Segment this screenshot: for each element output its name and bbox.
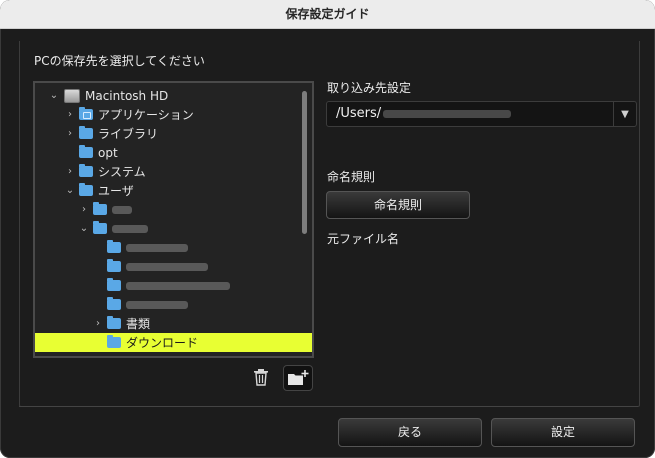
destination-setting-label: 取り込み先設定 xyxy=(327,81,412,95)
confirm-button[interactable]: 設定 xyxy=(491,418,635,447)
folder-icon xyxy=(107,297,121,310)
tree-item-applications[interactable]: › アプリケーション xyxy=(35,105,312,124)
destination-path: /Users/ xyxy=(336,106,512,121)
folder-tree[interactable]: ⌄ Macintosh HD › アプリケーション › ライブラリ opt › … xyxy=(33,81,314,358)
trash-icon xyxy=(254,369,268,386)
chevron-right-icon[interactable]: › xyxy=(79,204,89,215)
back-button[interactable]: 戻る xyxy=(338,418,482,447)
redacted-text xyxy=(112,205,132,214)
tree-item-label: ライブラリ xyxy=(98,127,159,141)
chevron-right-icon[interactable]: › xyxy=(65,128,75,139)
tree-item-label: アプリケーション xyxy=(98,108,194,122)
folder-icon xyxy=(79,145,93,158)
chevron-down-icon[interactable]: ⌄ xyxy=(65,185,75,196)
home-folder-icon xyxy=(93,221,107,234)
tree-item-label: Macintosh HD xyxy=(85,88,169,103)
naming-rule-button[interactable]: 命名規則 xyxy=(326,191,470,219)
new-folder-icon xyxy=(288,370,309,385)
chevron-right-icon[interactable]: › xyxy=(65,166,75,177)
original-filename-text: 元ファイル名 xyxy=(327,232,400,246)
tree-item-redacted[interactable] xyxy=(35,295,312,314)
folder-icon xyxy=(79,164,93,177)
destination-path-value: /Users/ xyxy=(336,106,382,121)
folder-icon xyxy=(107,240,121,253)
redacted-text xyxy=(126,300,188,309)
folder-icon xyxy=(79,183,93,196)
folder-icon xyxy=(79,126,93,139)
tree-item-documents[interactable]: › 書類 xyxy=(35,314,312,333)
tree-item-label: ダウンロード xyxy=(126,336,199,350)
tree-item-users[interactable]: ⌄ ユーザ xyxy=(35,181,312,200)
folder-icon xyxy=(79,107,93,120)
folder-icon xyxy=(107,316,121,329)
tree-item-redacted-home[interactable]: ⌄ xyxy=(35,219,312,238)
destination-dropdown[interactable]: /Users/ ▼ xyxy=(326,101,637,127)
tree-item-downloads[interactable]: ダウンロード xyxy=(35,333,312,352)
tree-item-label: システム xyxy=(98,165,146,179)
new-folder-button[interactable] xyxy=(283,365,313,391)
tree-item-opt[interactable]: opt xyxy=(35,143,312,162)
chevron-right-icon[interactable]: › xyxy=(93,318,103,329)
redacted-text xyxy=(126,262,208,271)
folder-icon xyxy=(107,259,121,272)
tree-item-redacted[interactable] xyxy=(35,276,312,295)
tree-item-redacted[interactable] xyxy=(35,238,312,257)
hard-drive-icon xyxy=(64,88,80,103)
redacted-text xyxy=(112,224,148,233)
dropdown-arrow-icon[interactable]: ▼ xyxy=(613,102,636,126)
divider xyxy=(19,406,638,407)
window-title: 保存設定ガイド xyxy=(0,0,655,29)
redacted-text xyxy=(383,109,512,118)
tree-item-redacted[interactable] xyxy=(35,257,312,276)
tree-item-macintosh-hd[interactable]: ⌄ Macintosh HD xyxy=(35,86,305,105)
delete-folder-button[interactable] xyxy=(252,367,270,387)
tree-item-system[interactable]: › システム xyxy=(35,162,312,181)
tree-scrollbar[interactable] xyxy=(302,91,307,234)
tree-item-redacted[interactable]: › xyxy=(35,200,312,219)
chevron-right-icon[interactable]: › xyxy=(65,109,75,120)
tree-item-label: ユーザ xyxy=(98,184,134,198)
naming-rule-label: 命名規則 xyxy=(327,170,376,184)
redacted-text xyxy=(126,243,188,252)
tree-item-label: opt xyxy=(98,145,118,160)
redacted-text xyxy=(126,281,230,290)
dialog-window: 保存設定ガイド PCの保存先を選択してください ⌄ Macintosh HD ›… xyxy=(0,0,655,458)
folder-icon xyxy=(107,335,121,348)
chevron-down-icon[interactable]: ⌄ xyxy=(79,223,89,234)
tree-item-label: 書類 xyxy=(126,317,151,331)
tree-item-library[interactable]: › ライブラリ xyxy=(35,124,312,143)
folder-icon xyxy=(107,278,121,291)
folder-icon xyxy=(93,202,107,215)
chevron-down-icon[interactable]: ⌄ xyxy=(49,90,59,101)
destination-heading: PCの保存先を選択してください xyxy=(34,54,205,68)
